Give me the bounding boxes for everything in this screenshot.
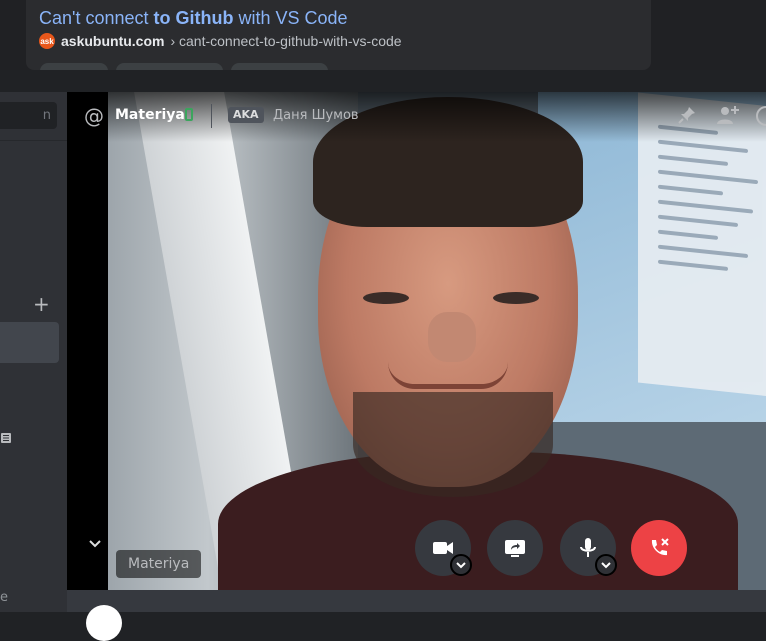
list-icon <box>1 433 11 443</box>
dm-username[interactable]: Materiya <box>115 107 185 123</box>
header-separator <box>211 104 212 128</box>
chevron-down-icon <box>456 562 466 569</box>
site-breadcrumb: › cant-connect-to-github-with-vs-code <box>170 33 402 49</box>
camera-icon <box>433 542 453 554</box>
add-user-icon[interactable] <box>716 104 740 126</box>
askubuntu-favicon-icon: ask <box>39 33 55 49</box>
screen-share-button[interactable] <box>487 520 543 576</box>
video-feed <box>108 92 766 590</box>
video-person-smile <box>388 362 508 389</box>
end-call-icon <box>651 538 669 556</box>
avatar[interactable] <box>86 605 122 641</box>
video-person-eye <box>493 292 539 304</box>
video-person-eye <box>363 292 409 304</box>
aka-name: Даня Шумов <box>273 108 359 123</box>
find-conversation-input[interactable]: n <box>0 102 57 129</box>
chat-area-top <box>67 590 766 612</box>
screen-share-icon <box>505 540 525 557</box>
selected-dm-item[interactable] <box>0 322 59 363</box>
microphone-icon <box>580 538 596 557</box>
microphone-options-button[interactable] <box>595 554 617 576</box>
sidebar-footer-text: e <box>0 590 8 605</box>
title-suffix: with VS Code <box>233 8 348 28</box>
video-person-nose <box>428 312 476 362</box>
pin-icon[interactable] <box>677 105 697 125</box>
title-bold: to Github <box>153 8 234 28</box>
search-results-area: Can't connect to Github with VS Code ask… <box>0 0 766 71</box>
participant-name-tag: Materiya <box>116 550 202 578</box>
video-person-beard <box>353 392 553 497</box>
chevron-down-icon <box>601 562 611 569</box>
search-result-title[interactable]: Can't connect to Github with VS Code <box>39 8 348 29</box>
video-call-panel: @ Materiya AKA Даня Шумов Materiya <box>67 92 766 590</box>
camera-options-button[interactable] <box>450 554 472 576</box>
title-prefix: Can't connect <box>39 8 154 28</box>
search-result-url[interactable]: ask askubuntu.com › cant-connect-to-gith… <box>39 32 402 50</box>
call-header: @ Materiya AKA Даня Шумов <box>67 92 766 140</box>
mobile-icon <box>185 108 193 121</box>
aka-badge: AKA <box>228 107 264 123</box>
create-dm-plus-icon[interactable]: + <box>33 294 50 314</box>
at-icon: @ <box>84 104 104 128</box>
chevron-down-icon[interactable] <box>87 536 103 552</box>
sidebar-divider <box>0 140 67 141</box>
avatar[interactable] <box>756 106 766 126</box>
site-domain: askubuntu.com <box>61 33 165 49</box>
end-call-button[interactable] <box>631 520 687 576</box>
